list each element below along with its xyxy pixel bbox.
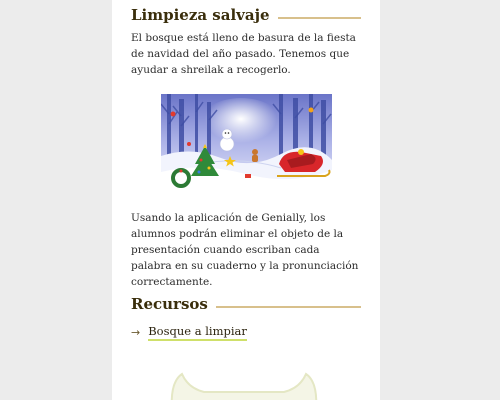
title-rule xyxy=(277,17,361,19)
arrow-right-icon: → xyxy=(131,326,141,339)
mascot-illustration xyxy=(164,370,324,400)
winter-forest-illustration xyxy=(161,94,332,191)
body-paragraph: Usando la aplicación de Genially, los al… xyxy=(131,212,359,288)
section-header-recursos: Recursos xyxy=(131,295,361,313)
intro-paragraph: El bosque está lleno de basura de la fie… xyxy=(131,32,356,76)
section-title: Limpieza salvaje xyxy=(131,6,270,24)
content-card: Limpieza salvaje El bosque está lleno de… xyxy=(112,0,380,400)
title-rule xyxy=(215,306,361,308)
resource-link[interactable]: Bosque a limpiar xyxy=(148,324,247,341)
resource-item: → Bosque a limpiar xyxy=(131,324,247,341)
section-header-limpieza: Limpieza salvaje xyxy=(131,6,361,24)
section-title: Recursos xyxy=(131,295,208,313)
